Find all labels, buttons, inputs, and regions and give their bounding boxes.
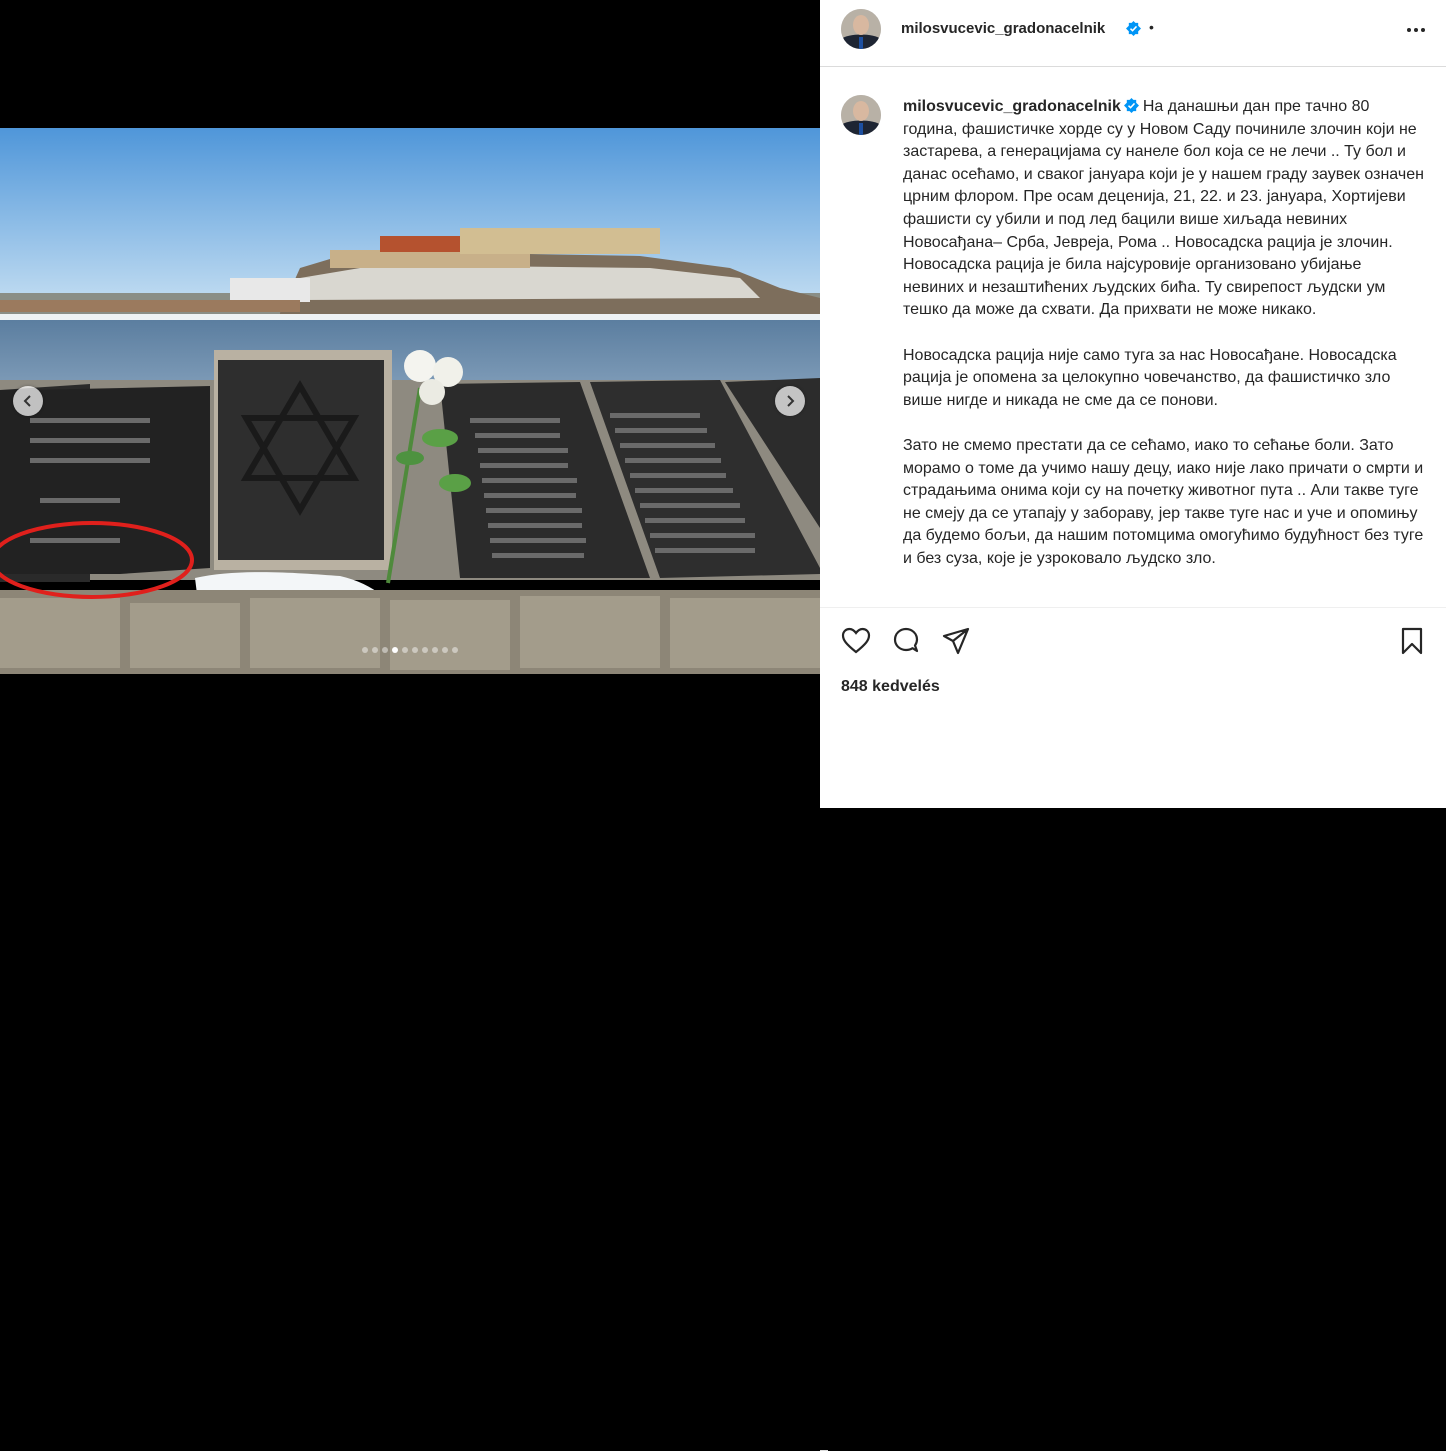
heart-icon[interactable] xyxy=(841,626,871,656)
caption-text: milosvucevic_gradonacelnik На данашњи дан… xyxy=(903,96,1425,593)
post-details-panel: milosvucevic_gradonacelnik • milosvucevi… xyxy=(820,0,1446,1451)
carousel-dot xyxy=(432,647,438,653)
likes-count[interactable]: 848 kedvelés xyxy=(841,678,940,696)
carousel-dot xyxy=(412,647,418,653)
carousel-dot xyxy=(442,647,448,653)
carousel-indicator xyxy=(0,647,820,653)
memorial-photo xyxy=(0,128,820,674)
comment-icon[interactable] xyxy=(891,626,921,656)
carousel-dot xyxy=(452,647,458,653)
avatar-image xyxy=(841,9,881,49)
carousel-dot xyxy=(362,647,368,653)
post-header: milosvucevic_gradonacelnik • xyxy=(820,0,1446,67)
verified-badge-icon xyxy=(1123,98,1139,113)
verified-badge-icon xyxy=(1126,21,1141,36)
caption-paragraph-3: Зато не смемо престати да се сећамо, иак… xyxy=(903,436,1424,567)
caption-username[interactable]: milosvucevic_gradonacelnik xyxy=(903,98,1121,115)
carousel-next-button[interactable] xyxy=(775,386,805,416)
carousel-dot xyxy=(372,647,378,653)
post-media xyxy=(0,0,820,808)
carousel-dot xyxy=(422,647,428,653)
carousel-prev-button[interactable] xyxy=(13,386,43,416)
post-username[interactable]: milosvucevic_gradonacelnik xyxy=(901,20,1105,37)
paper-plane-icon[interactable] xyxy=(941,626,971,656)
post-actions: 848 kedvelés xyxy=(820,607,1446,709)
caption-paragraph-1: На данашњи дан пре тачно 80 година, фаши… xyxy=(903,98,1424,319)
header-separator: • xyxy=(1149,19,1154,35)
caption-paragraph-2: Новосадска рација није само туга за нас … xyxy=(903,346,1397,409)
bookmark-icon[interactable] xyxy=(1397,626,1427,656)
chevron-right-icon xyxy=(787,395,795,407)
carousel-dot xyxy=(402,647,408,653)
caption-avatar[interactable] xyxy=(841,95,881,135)
caption-area: milosvucevic_gradonacelnik На данашњи дан… xyxy=(820,67,1446,607)
chevron-left-icon xyxy=(23,395,31,407)
post-photo[interactable] xyxy=(0,128,820,674)
carousel-dot xyxy=(382,647,388,653)
panel-footer xyxy=(820,708,1446,1451)
more-options-icon[interactable] xyxy=(1403,18,1429,42)
avatar[interactable] xyxy=(841,9,881,49)
avatar-image xyxy=(841,95,881,135)
carousel-dot xyxy=(392,647,398,653)
